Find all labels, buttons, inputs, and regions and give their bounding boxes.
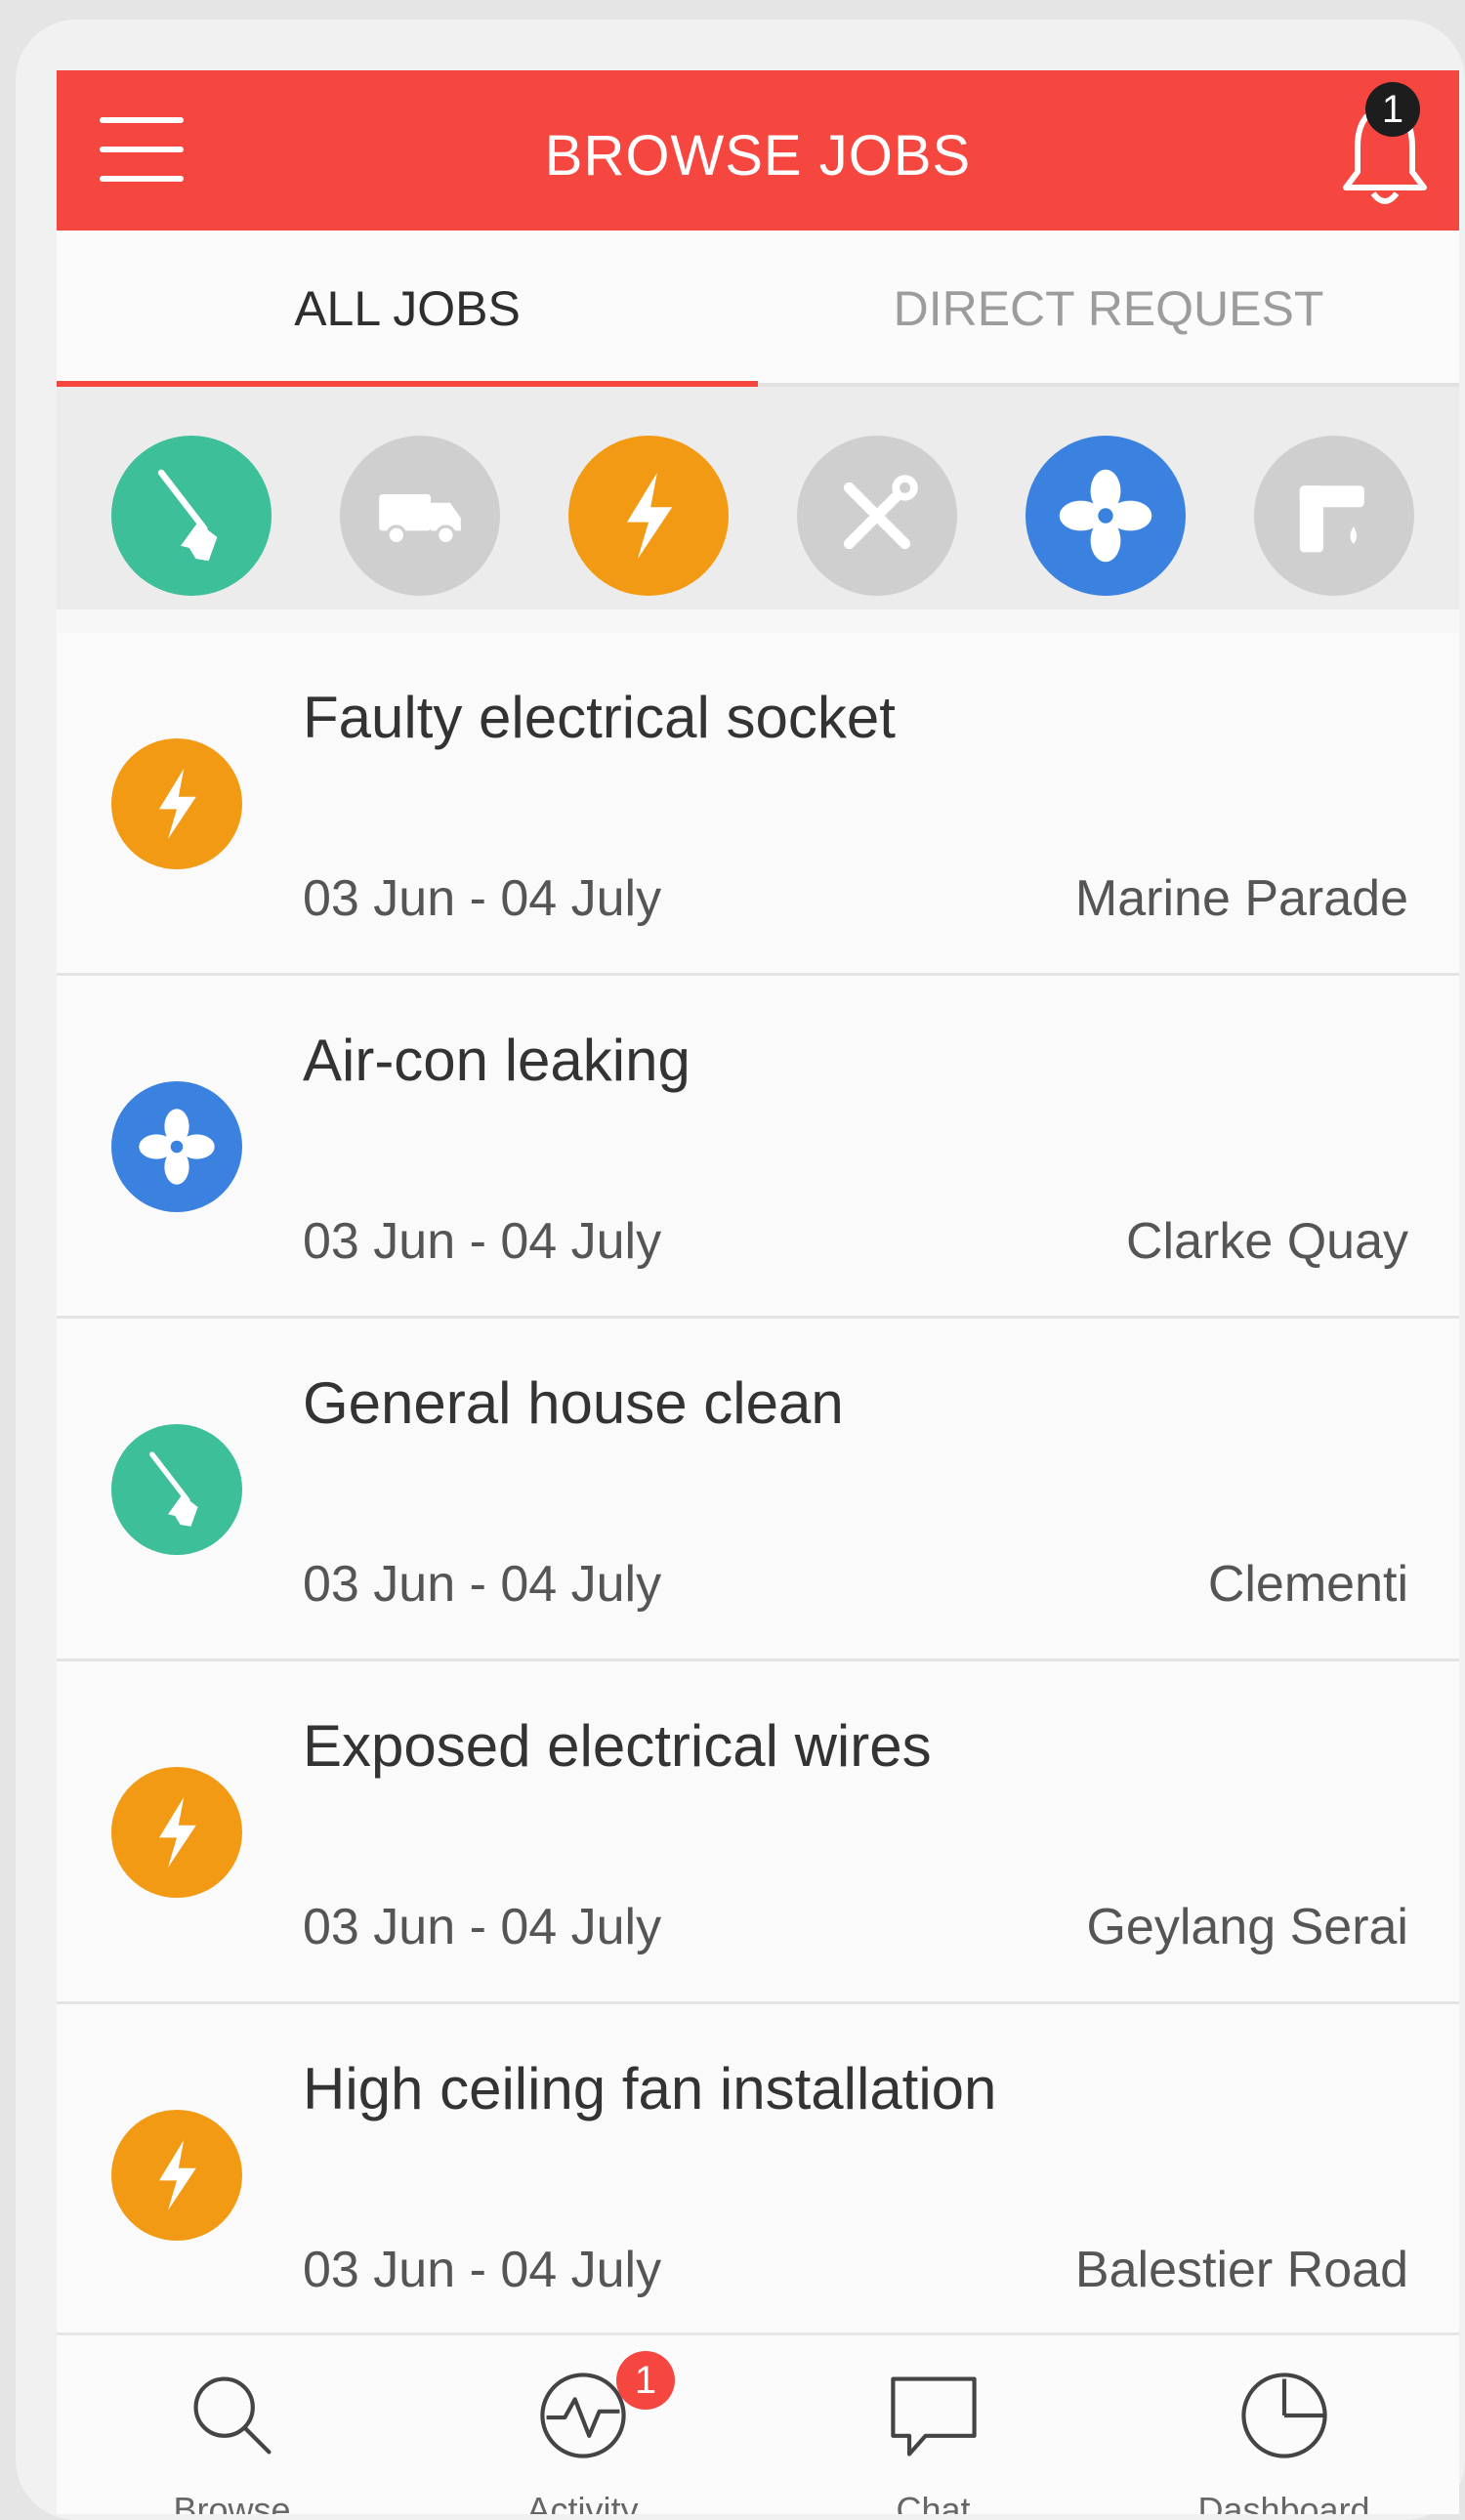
job-location: Marine Parade xyxy=(1074,870,1408,927)
category-moving[interactable] xyxy=(340,436,500,596)
job-date-range: 03 Jun - 04 July xyxy=(303,1213,662,1270)
job-category-badge xyxy=(111,2110,242,2241)
app-header: BROWSE JOBS 1 xyxy=(57,70,1459,231)
job-title: Faulty electrical socket xyxy=(303,685,896,750)
job-list-item[interactable]: General house clean 03 Jun - 04 July Cle… xyxy=(57,1319,1459,1661)
nav-chat[interactable]: Chat xyxy=(758,2335,1109,2514)
nav-label: Chat xyxy=(896,2490,971,2514)
job-date-range: 03 Jun - 04 July xyxy=(303,1556,662,1613)
search-icon xyxy=(192,2376,272,2455)
category-filter-bar xyxy=(57,387,1459,609)
tab-bar: ALL JOBS DIRECT REQUEST xyxy=(57,231,1459,387)
faucet-icon xyxy=(1299,485,1364,553)
job-title: Air-con leaking xyxy=(303,1028,691,1093)
category-electrical[interactable] xyxy=(568,436,729,596)
lightning-icon xyxy=(159,2140,196,2210)
job-location: Balestier Road xyxy=(1074,2242,1408,2298)
job-location: Clarke Quay xyxy=(1126,1213,1408,1270)
lightning-icon xyxy=(627,473,673,559)
clock-icon xyxy=(1240,2373,1327,2458)
category-handyman[interactable] xyxy=(797,436,957,596)
fan-icon xyxy=(139,1109,215,1185)
job-date-range: 03 Jun - 04 July xyxy=(303,2242,662,2298)
fan-icon xyxy=(1059,469,1152,563)
tools-icon xyxy=(843,475,918,550)
truck-icon xyxy=(379,494,461,546)
page-title: BROWSE JOBS xyxy=(544,124,972,188)
lightning-icon xyxy=(159,1797,196,1868)
nav-activity[interactable]: 1 Activity xyxy=(407,2335,758,2514)
job-location: Clementi xyxy=(1207,1556,1408,1613)
nav-browse[interactable]: Browse xyxy=(57,2335,407,2514)
app-screen: BROWSE JOBS 1 ALL JOBS DIRECT REQUEST Fa… xyxy=(57,70,1459,2514)
job-title: Exposed electrical wires xyxy=(303,1713,932,1779)
bottom-nav-bar: Browse 1 Activity Chat Dashboard xyxy=(57,2332,1459,2514)
job-list-item[interactable]: High ceiling fan installation 03 Jun - 0… xyxy=(57,2004,1459,2347)
job-date-range: 03 Jun - 04 July xyxy=(303,870,662,927)
device-frame: BROWSE JOBS 1 ALL JOBS DIRECT REQUEST Fa… xyxy=(16,20,1465,2520)
broom-icon xyxy=(149,1451,198,1527)
tab-direct-request[interactable]: DIRECT REQUEST xyxy=(758,231,1459,383)
job-location: Geylang Serai xyxy=(1086,1899,1408,1955)
category-plumbing[interactable] xyxy=(1254,436,1414,596)
notification-badge: 1 xyxy=(1365,82,1420,137)
job-list-item[interactable]: Air-con leaking 03 Jun - 04 July Clarke … xyxy=(57,976,1459,1319)
job-title: High ceiling fan installation xyxy=(303,2056,997,2121)
nav-label: Activity xyxy=(526,2490,639,2514)
nav-label: Browse xyxy=(173,2490,291,2514)
job-category-badge xyxy=(111,738,242,869)
category-aircon[interactable] xyxy=(1026,436,1186,596)
job-category-badge xyxy=(111,1424,242,1555)
job-list-item[interactable]: Exposed electrical wires 03 Jun - 04 Jul… xyxy=(57,1661,1459,2004)
tab-all-jobs[interactable]: ALL JOBS xyxy=(57,231,758,383)
activity-badge: 1 xyxy=(616,2351,675,2410)
job-category-badge xyxy=(111,1081,242,1212)
nav-label: Dashboard xyxy=(1197,2490,1370,2514)
nav-dashboard[interactable]: Dashboard xyxy=(1109,2335,1459,2514)
broom-icon xyxy=(157,469,218,562)
job-list-item[interactable]: Faulty electrical socket 03 Jun - 04 Jul… xyxy=(57,633,1459,976)
job-title: General house clean xyxy=(303,1370,844,1436)
chat-icon xyxy=(890,2376,977,2457)
job-category-badge xyxy=(111,1767,242,1898)
lightning-icon xyxy=(159,769,196,839)
category-cleaning[interactable] xyxy=(111,436,272,596)
job-date-range: 03 Jun - 04 July xyxy=(303,1899,662,1955)
